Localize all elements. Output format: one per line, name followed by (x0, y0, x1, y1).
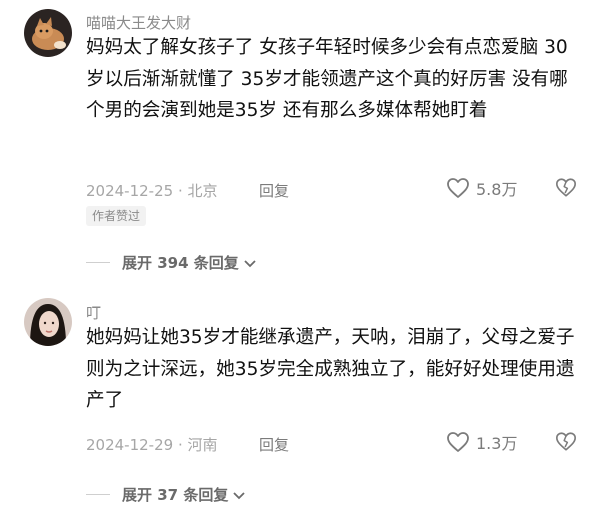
chevron-down-icon (233, 491, 245, 499)
expand-replies-label: 展开 394 条回复 (122, 254, 239, 272)
expand-replies-button[interactable]: 展开 394 条回复 (86, 252, 257, 273)
expand-replies-label: 展开 37 条回复 (122, 486, 229, 504)
author-liked-badge: 作者赞过 (86, 206, 147, 226)
avatar[interactable] (24, 9, 72, 57)
heart-outline-icon (447, 178, 469, 198)
like-count: 1.3万 (476, 434, 518, 453)
chevron-down-icon (244, 259, 256, 267)
like-button[interactable]: 1.3万 (446, 430, 517, 454)
broken-heart-icon (556, 432, 576, 451)
dislike-button[interactable] (555, 177, 577, 202)
heart-outline-icon (447, 432, 469, 452)
reply-button[interactable]: 回复 (259, 434, 289, 455)
comment-text: 妈妈太了解女孩子了 女孩子年轻时候多少会有点恋爱脑 30岁以后渐渐就懂了 35岁… (86, 37, 568, 121)
divider (86, 262, 110, 263)
dislike-button[interactable] (555, 431, 577, 456)
divider (86, 494, 110, 495)
reply-button[interactable]: 回复 (259, 180, 289, 201)
username[interactable]: 喵喵大王发大财 (86, 12, 191, 33)
comment-date-location: 2024-12-29 · 河南 (86, 436, 218, 454)
username[interactable]: 叮 (86, 302, 101, 323)
comment-text: 她妈妈让她35岁才能继承遗产，天呐，泪崩了，父母之爱子则为之计深远，她35岁完全… (86, 327, 575, 411)
like-button[interactable]: 5.8万 (446, 176, 517, 200)
comment-date-location: 2024-12-25 · 北京 (86, 182, 218, 200)
like-count: 5.8万 (476, 180, 518, 199)
broken-heart-icon (556, 178, 576, 197)
expand-replies-button[interactable]: 展开 37 条回复 (86, 484, 246, 505)
avatar[interactable] (24, 298, 72, 346)
